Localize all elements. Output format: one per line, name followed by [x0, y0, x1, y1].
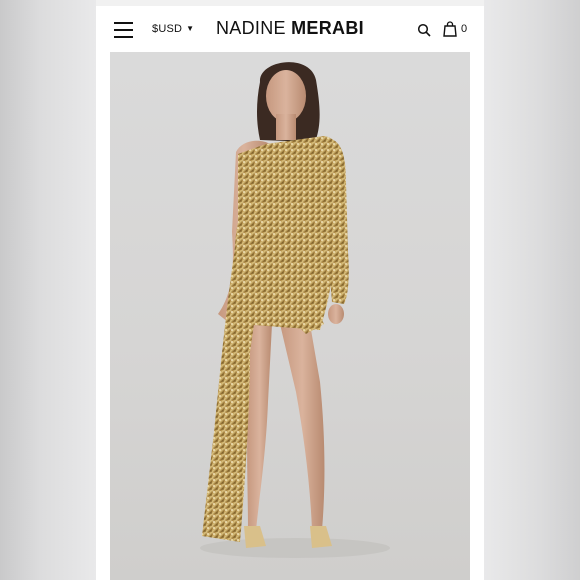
product-image[interactable] — [110, 52, 470, 580]
currency-selector[interactable]: $USD ▼ — [152, 23, 194, 35]
product-photo-illustration — [200, 62, 390, 558]
brand-name-first: NADINE — [216, 18, 292, 38]
currency-label: $USD — [152, 23, 183, 35]
brand-logo[interactable]: NADINE MERABI — [216, 18, 364, 39]
chevron-down-icon: ▼ — [186, 24, 195, 33]
shopping-bag-icon[interactable] — [443, 21, 457, 37]
cart-count: 0 — [461, 23, 468, 35]
search-icon[interactable] — [417, 23, 431, 37]
brand-name-last: MERABI — [291, 18, 364, 38]
hamburger-icon[interactable] — [114, 22, 133, 38]
site-header: $USD ▼ NADINE MERABI 0 — [96, 0, 484, 52]
mobile-page: $USD ▼ NADINE MERABI 0 — [96, 0, 484, 580]
